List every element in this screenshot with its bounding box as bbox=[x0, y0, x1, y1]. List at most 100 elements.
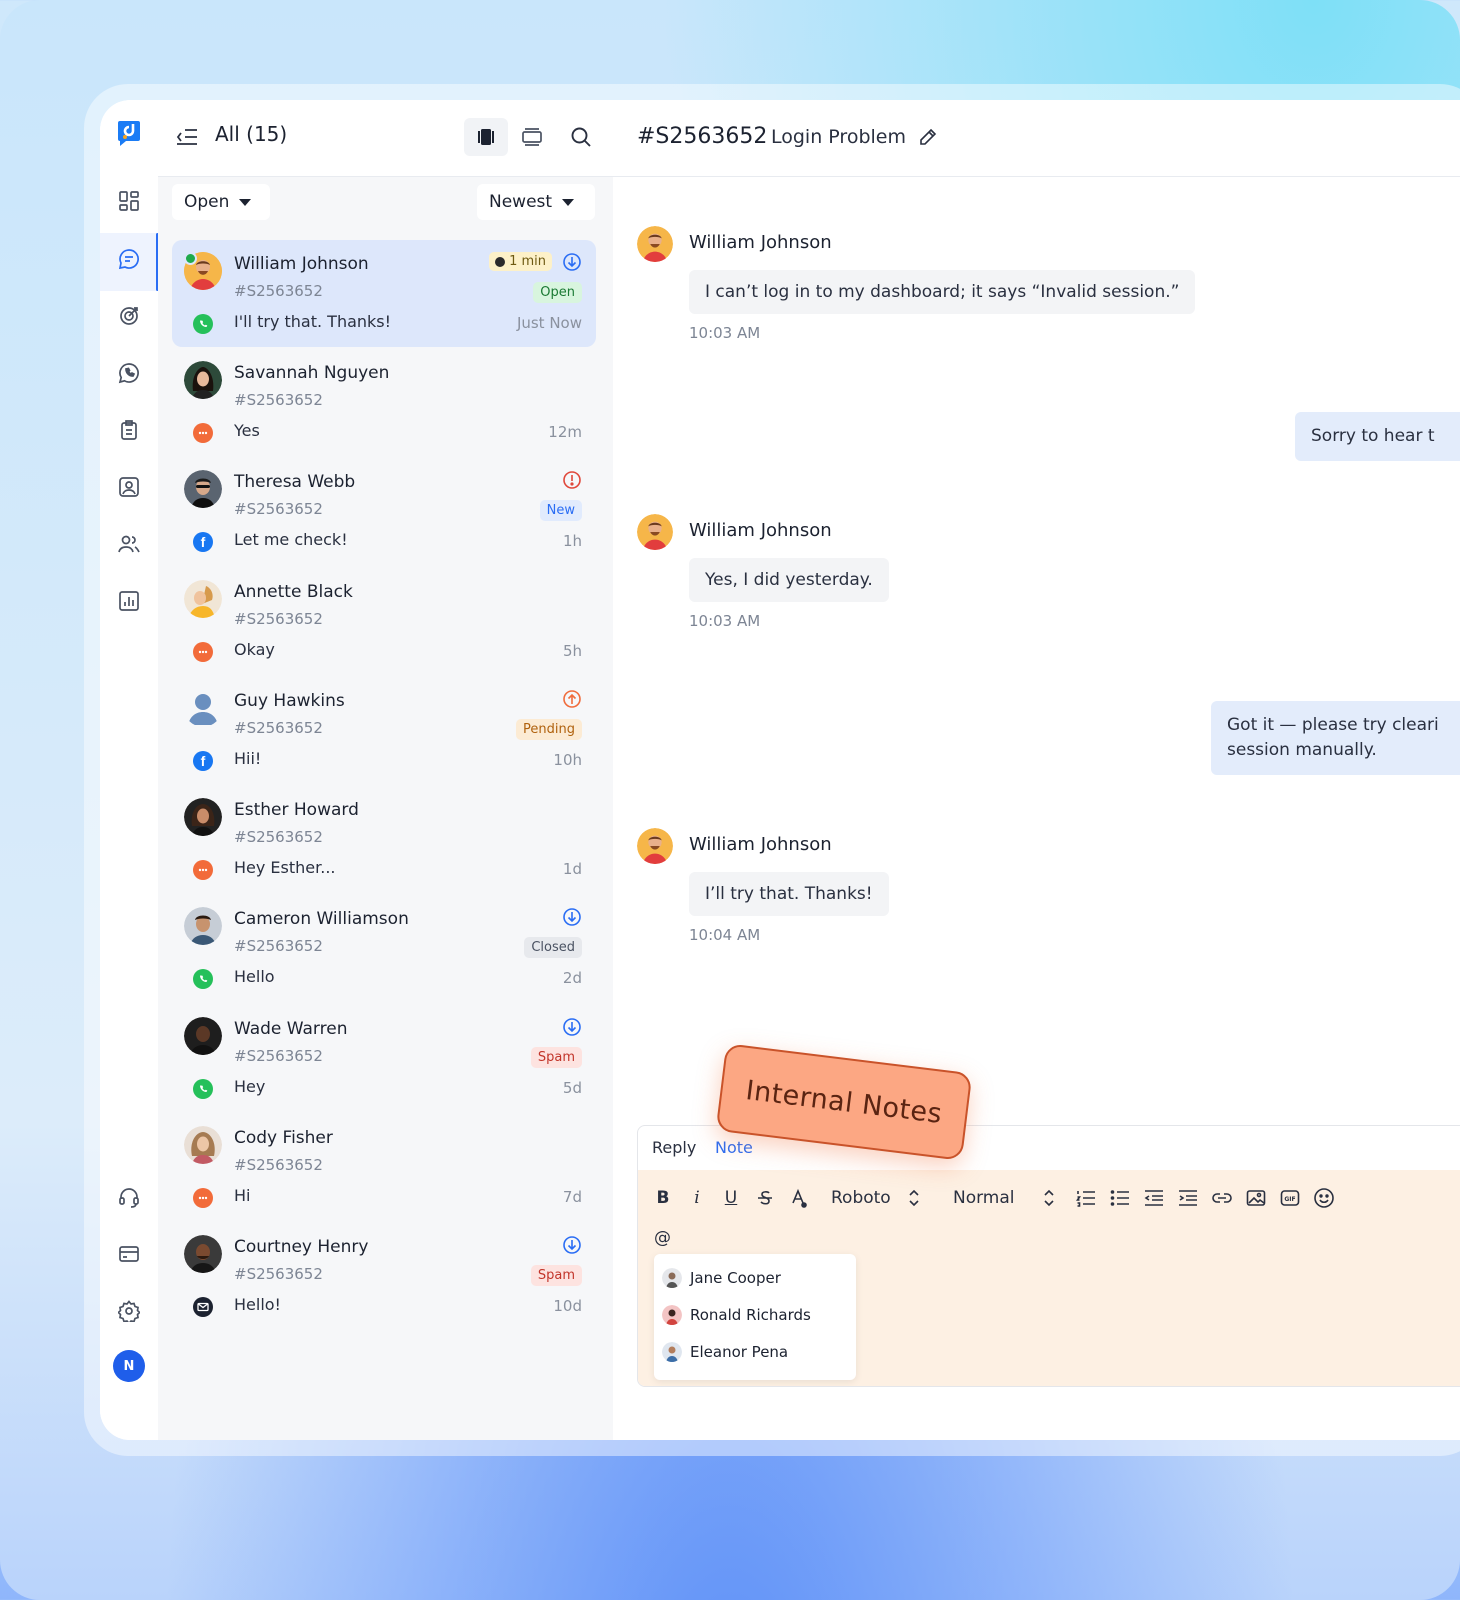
message-bubble: I can’t log in to my dashboard; it says … bbox=[689, 270, 1196, 314]
ticket-id: #S2563652 bbox=[637, 124, 768, 149]
status-filter-dropdown[interactable]: Open bbox=[172, 184, 270, 220]
message-outgoing: Got it — please try cleari session manua… bbox=[1211, 701, 1460, 775]
dashboard-icon[interactable] bbox=[116, 188, 142, 214]
list-header: All (15) bbox=[158, 100, 613, 177]
chevron-down-icon bbox=[562, 198, 575, 206]
status-badge: Spam bbox=[530, 1047, 582, 1068]
strikethrough-icon[interactable] bbox=[755, 1186, 775, 1210]
timer-badge: 1 min bbox=[489, 252, 552, 271]
chat-bubble-icon bbox=[193, 642, 213, 662]
underline-button[interactable]: U bbox=[722, 1186, 740, 1210]
conversation-item[interactable]: Annette Black #S2563652 Okay 5h bbox=[172, 568, 596, 675]
status-badge: Open bbox=[533, 282, 582, 303]
font-size-select[interactable]: Normal bbox=[953, 1186, 1015, 1210]
ticket-subject: Login Problem bbox=[771, 126, 906, 148]
updown-chevron-icon[interactable] bbox=[1041, 1186, 1057, 1210]
emoji-icon[interactable] bbox=[1313, 1186, 1335, 1210]
indent-icon[interactable] bbox=[1177, 1186, 1199, 1210]
avatar bbox=[662, 1305, 682, 1325]
message-time: 10:03 AM bbox=[689, 324, 761, 342]
conversation-item[interactable]: Cameron Williamson #S2563652 Hello 2d Cl… bbox=[172, 895, 596, 1002]
avatar bbox=[184, 361, 222, 399]
note-editor[interactable]: B i U Roboto Normal GIF @ Jane Cooper Ro… bbox=[638, 1170, 1460, 1386]
svg-text:GIF: GIF bbox=[1284, 1196, 1295, 1203]
status-badge: Pending bbox=[516, 719, 582, 740]
avatar bbox=[184, 689, 222, 727]
updown-chevron-icon[interactable] bbox=[906, 1186, 922, 1210]
user-avatar[interactable]: N bbox=[113, 1350, 145, 1382]
whatsapp-icon[interactable] bbox=[116, 360, 142, 386]
avatar bbox=[184, 580, 222, 618]
clipboard-icon[interactable] bbox=[116, 417, 142, 443]
facebook-icon: f bbox=[193, 751, 213, 771]
billing-card-icon[interactable] bbox=[116, 1241, 142, 1267]
compact-view-icon[interactable] bbox=[510, 118, 554, 156]
conversation-item[interactable]: Guy Hawkins #S2563652 f Hii! 10h Pending bbox=[172, 677, 596, 784]
whatsapp-icon bbox=[193, 314, 213, 334]
status-badge: New bbox=[539, 500, 582, 521]
mention-option[interactable]: Eleanor Pena bbox=[662, 1338, 788, 1366]
reports-icon[interactable] bbox=[116, 588, 142, 614]
priority-low-icon bbox=[562, 907, 582, 927]
facebook-icon: f bbox=[193, 532, 213, 552]
outdent-icon[interactable] bbox=[1143, 1186, 1165, 1210]
headset-icon[interactable] bbox=[116, 1184, 142, 1210]
priority-low-icon bbox=[562, 1017, 582, 1037]
priority-urgent-icon bbox=[562, 470, 582, 490]
gif-icon[interactable]: GIF bbox=[1279, 1186, 1301, 1210]
link-icon[interactable] bbox=[1211, 1186, 1233, 1210]
chevron-down-icon bbox=[239, 198, 252, 206]
logo-icon[interactable] bbox=[116, 120, 142, 146]
team-icon[interactable] bbox=[116, 531, 142, 557]
conversation-item[interactable]: Courtney Henry #S2563652 Hello! 10d Spam bbox=[172, 1223, 596, 1330]
chat-bubble-icon bbox=[193, 860, 213, 880]
tab-reply[interactable]: Reply bbox=[652, 1138, 696, 1157]
message-time: 10:03 AM bbox=[689, 612, 761, 630]
avatar bbox=[662, 1342, 682, 1362]
reply-composer: Reply Note B i U Roboto Normal GIF @ Jan… bbox=[637, 1125, 1460, 1387]
mention-option[interactable]: Jane Cooper bbox=[662, 1264, 781, 1292]
conversation-item[interactable]: Cody Fisher #S2563652 Hi 7d bbox=[172, 1114, 596, 1221]
text-color-icon[interactable] bbox=[789, 1186, 809, 1210]
collapse-menu-icon[interactable] bbox=[174, 124, 200, 150]
target-icon[interactable] bbox=[116, 303, 142, 329]
bold-button[interactable]: B bbox=[654, 1186, 672, 1210]
message-bubble: I’ll try that. Thanks! bbox=[689, 872, 889, 916]
avatar bbox=[637, 226, 673, 262]
image-icon[interactable] bbox=[1245, 1186, 1267, 1210]
chat-panel: #S2563652 Login Problem William Johnson … bbox=[613, 100, 1460, 1440]
tab-note[interactable]: Note bbox=[715, 1138, 753, 1157]
mention-dropdown: Jane Cooper Ronald Richards Eleanor Pena bbox=[654, 1254, 856, 1380]
priority-high-icon bbox=[562, 689, 582, 709]
mention-option[interactable]: Ronald Richards bbox=[662, 1301, 811, 1329]
contact-card-icon[interactable] bbox=[116, 474, 142, 500]
whatsapp-icon bbox=[193, 1079, 213, 1099]
status-badge: Spam bbox=[530, 1265, 582, 1286]
chat-header: #S2563652 Login Problem bbox=[613, 100, 1460, 177]
card-view-icon[interactable] bbox=[464, 118, 508, 156]
conversation-list-panel: All (15) Open Newest William Johnson #S2… bbox=[158, 100, 614, 1440]
conversation-item[interactable]: Esther Howard #S2563652 Hey Esther... 1d bbox=[172, 786, 596, 893]
chat-bubble-icon bbox=[193, 1188, 213, 1208]
font-family-select[interactable]: Roboto bbox=[831, 1186, 891, 1210]
avatar bbox=[184, 1235, 222, 1273]
avatar bbox=[637, 828, 673, 864]
message-time: 10:04 AM bbox=[689, 926, 761, 944]
conversation-item[interactable]: Theresa Webb #S2563652 f Let me check! 1… bbox=[172, 458, 596, 565]
conversations-icon[interactable] bbox=[116, 246, 142, 272]
italic-button[interactable]: i bbox=[688, 1186, 706, 1210]
numbered-list-icon[interactable] bbox=[1075, 1186, 1097, 1210]
message-outgoing: Sorry to hear t bbox=[1295, 412, 1460, 461]
bullet-list-icon[interactable] bbox=[1109, 1186, 1131, 1210]
whatsapp-icon bbox=[193, 969, 213, 989]
conversation-item[interactable]: William Johnson #S2563652 I'll try that.… bbox=[172, 240, 596, 347]
sort-filter-dropdown[interactable]: Newest bbox=[477, 184, 595, 220]
settings-gear-icon[interactable] bbox=[116, 1298, 142, 1324]
conversation-item[interactable]: Savannah Nguyen #S2563652 Yes 12m bbox=[172, 349, 596, 456]
edit-pencil-icon[interactable] bbox=[917, 126, 939, 148]
app-window: N All (15) Open Newest William Johnson #… bbox=[100, 100, 1460, 1440]
search-icon[interactable] bbox=[568, 124, 594, 150]
online-indicator bbox=[184, 252, 197, 265]
avatar bbox=[184, 907, 222, 945]
conversation-item[interactable]: Wade Warren #S2563652 Hey 5d Spam bbox=[172, 1005, 596, 1112]
